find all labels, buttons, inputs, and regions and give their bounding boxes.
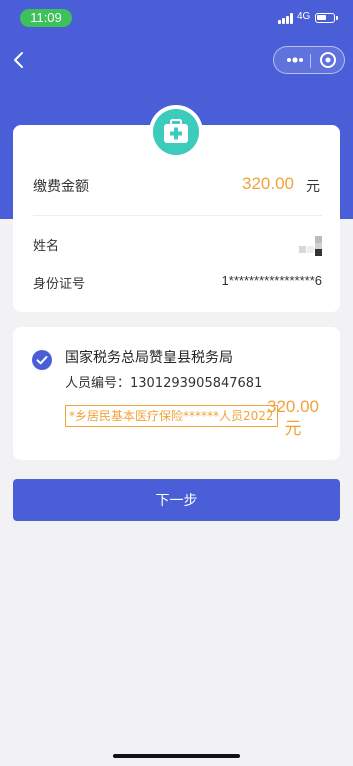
checkbox-checked-icon[interactable] <box>32 350 52 370</box>
signal-icon <box>278 13 294 24</box>
capsule-divider <box>310 54 311 68</box>
close-miniprogram-icon[interactable] <box>315 47 341 73</box>
more-icon[interactable] <box>282 47 308 73</box>
payment-info-card: 缴费金额 320.00 元 姓名 身份证号 1*****************… <box>13 105 340 312</box>
payment-item-card[interactable]: 国家税务总局赞皇县税务局 人员编号：1301293905847681 *乡居民基… <box>13 327 340 460</box>
home-indicator <box>113 754 240 758</box>
item-amount-value: 320.00 <box>267 397 319 416</box>
battery-icon <box>315 13 338 23</box>
item-amount-unit: 元 <box>284 419 302 438</box>
divider <box>33 215 322 216</box>
status-bar: 11:09 4G <box>0 0 353 36</box>
person-number: 人员编号：1301293905847681 <box>65 376 263 391</box>
amount-value: 320.00 <box>242 174 294 193</box>
mini-program-capsule <box>273 46 345 74</box>
masked-name <box>299 236 323 256</box>
name-label: 姓名 <box>33 239 60 254</box>
network-label: 4G <box>297 11 311 22</box>
insurance-type-tag: *乡居民基本医疗保险******人员2022 <box>65 405 278 427</box>
next-step-button[interactable]: 下一步 <box>13 479 340 521</box>
item-amount: 320.00 元 <box>264 396 322 440</box>
status-time: 11:09 <box>20 9 72 27</box>
tax-bureau-name: 国家税务总局赞皇县税务局 <box>65 350 233 366</box>
back-arrow-icon[interactable] <box>10 50 30 70</box>
medical-kit-icon <box>153 109 199 155</box>
id-number-value: 1*****************6 <box>221 273 322 288</box>
amount-label: 缴费金额 <box>33 179 89 195</box>
id-number-label: 身份证号 <box>33 277 86 292</box>
amount-unit: 元 <box>306 179 320 195</box>
